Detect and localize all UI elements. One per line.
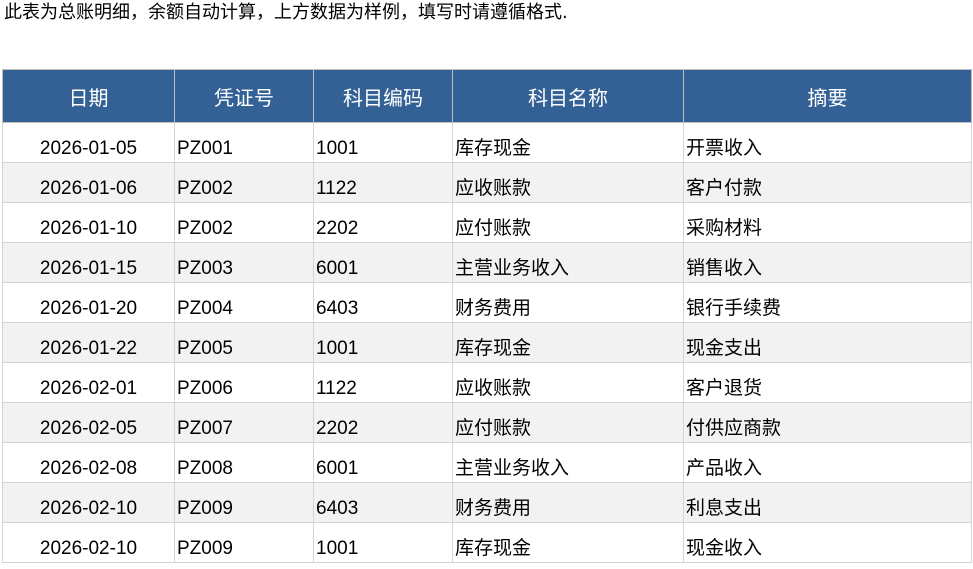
cell-voucher-no[interactable]: PZ007	[174, 402, 314, 443]
cell-account-name[interactable]: 主营业务收入	[452, 242, 684, 283]
header-account-code[interactable]: 科目编码	[313, 69, 453, 123]
cell-account-code[interactable]: 1122	[313, 162, 453, 203]
cell-account-code[interactable]: 2202	[313, 202, 453, 243]
cell-voucher-no[interactable]: PZ003	[174, 242, 314, 283]
cell-voucher-no[interactable]: PZ002	[174, 162, 314, 203]
table-row: 2026-02-01 PZ006 1122 应收账款 客户退货	[2, 362, 972, 403]
cell-date[interactable]: 2026-01-05	[2, 122, 175, 163]
cell-account-name[interactable]: 应收账款	[452, 162, 684, 203]
cell-summary[interactable]: 开票收入	[683, 122, 972, 163]
cell-voucher-no[interactable]: PZ006	[174, 362, 314, 403]
cell-account-code[interactable]: 1001	[313, 522, 453, 563]
cell-voucher-no[interactable]: PZ009	[174, 482, 314, 523]
cell-date[interactable]: 2026-01-06	[2, 162, 175, 203]
cell-account-name[interactable]: 库存现金	[452, 522, 684, 563]
cell-summary[interactable]: 客户付款	[683, 162, 972, 203]
cell-date[interactable]: 2026-02-05	[2, 402, 175, 443]
cell-date[interactable]: 2026-01-15	[2, 242, 175, 283]
table-row: 2026-01-10 PZ002 2202 应付账款 采购材料	[2, 202, 972, 243]
table-row: 2026-02-10 PZ009 1001 库存现金 现金收入	[2, 522, 972, 563]
cell-date[interactable]: 2026-02-10	[2, 522, 175, 563]
table-row: 2026-01-05 PZ001 1001 库存现金 开票收入	[2, 122, 972, 163]
table-row: 2026-02-05 PZ007 2202 应付账款 付供应商款	[2, 402, 972, 443]
cell-date[interactable]: 2026-01-22	[2, 322, 175, 363]
cell-account-name[interactable]: 财务费用	[452, 482, 684, 523]
cell-date[interactable]: 2026-02-01	[2, 362, 175, 403]
cell-summary[interactable]: 采购材料	[683, 202, 972, 243]
cell-account-name[interactable]: 应收账款	[452, 362, 684, 403]
table-row: 2026-01-22 PZ005 1001 库存现金 现金支出	[2, 322, 972, 363]
cell-summary[interactable]: 现金支出	[683, 322, 972, 363]
cell-date[interactable]: 2026-01-10	[2, 202, 175, 243]
cell-account-name[interactable]: 库存现金	[452, 322, 684, 363]
cell-account-code[interactable]: 1001	[313, 122, 453, 163]
instruction-text: 此表为总账明细，余额自动计算，上方数据为样例，填写时请遵循格式.	[4, 2, 568, 23]
cell-summary[interactable]: 利息支出	[683, 482, 972, 523]
ledger-table: 日期 凭证号 科目编码 科目名称 摘要 2026-01-05 PZ001 100…	[2, 69, 972, 563]
cell-summary[interactable]: 产品收入	[683, 442, 972, 483]
table-row: 2026-01-06 PZ002 1122 应收账款 客户付款	[2, 162, 972, 203]
cell-summary[interactable]: 销售收入	[683, 242, 972, 283]
cell-account-code[interactable]: 1122	[313, 362, 453, 403]
header-summary[interactable]: 摘要	[683, 69, 972, 123]
cell-account-code[interactable]: 6001	[313, 242, 453, 283]
cell-voucher-no[interactable]: PZ008	[174, 442, 314, 483]
cell-date[interactable]: 2026-02-10	[2, 482, 175, 523]
cell-account-code[interactable]: 6403	[313, 482, 453, 523]
cell-voucher-no[interactable]: PZ005	[174, 322, 314, 363]
header-row: 日期 凭证号 科目编码 科目名称 摘要	[2, 69, 972, 123]
cell-voucher-no[interactable]: PZ001	[174, 122, 314, 163]
cell-voucher-no[interactable]: PZ004	[174, 282, 314, 323]
cell-summary[interactable]: 银行手续费	[683, 282, 972, 323]
table-row: 2026-01-20 PZ004 6403 财务费用 银行手续费	[2, 282, 972, 323]
cell-summary[interactable]: 现金收入	[683, 522, 972, 563]
sheet-page: 此表为总账明细，余额自动计算，上方数据为样例，填写时请遵循格式. 日期 凭证号 …	[0, 0, 973, 569]
cell-date[interactable]: 2026-01-20	[2, 282, 175, 323]
header-account-name[interactable]: 科目名称	[452, 69, 684, 123]
cell-account-name[interactable]: 应付账款	[452, 402, 684, 443]
table-row: 2026-02-10 PZ009 6403 财务费用 利息支出	[2, 482, 972, 523]
cell-account-code[interactable]: 6001	[313, 442, 453, 483]
header-voucher-no[interactable]: 凭证号	[174, 69, 314, 123]
cell-account-name[interactable]: 主营业务收入	[452, 442, 684, 483]
cell-voucher-no[interactable]: PZ002	[174, 202, 314, 243]
cell-summary[interactable]: 客户退货	[683, 362, 972, 403]
cell-account-code[interactable]: 2202	[313, 402, 453, 443]
cell-account-code[interactable]: 6403	[313, 282, 453, 323]
cell-account-code[interactable]: 1001	[313, 322, 453, 363]
table-row: 2026-01-15 PZ003 6001 主营业务收入 销售收入	[2, 242, 972, 283]
cell-summary[interactable]: 付供应商款	[683, 402, 972, 443]
header-date[interactable]: 日期	[2, 69, 175, 123]
cell-account-name[interactable]: 应付账款	[452, 202, 684, 243]
cell-voucher-no[interactable]: PZ009	[174, 522, 314, 563]
cell-account-name[interactable]: 财务费用	[452, 282, 684, 323]
cell-account-name[interactable]: 库存现金	[452, 122, 684, 163]
cell-date[interactable]: 2026-02-08	[2, 442, 175, 483]
table-row: 2026-02-08 PZ008 6001 主营业务收入 产品收入	[2, 442, 972, 483]
